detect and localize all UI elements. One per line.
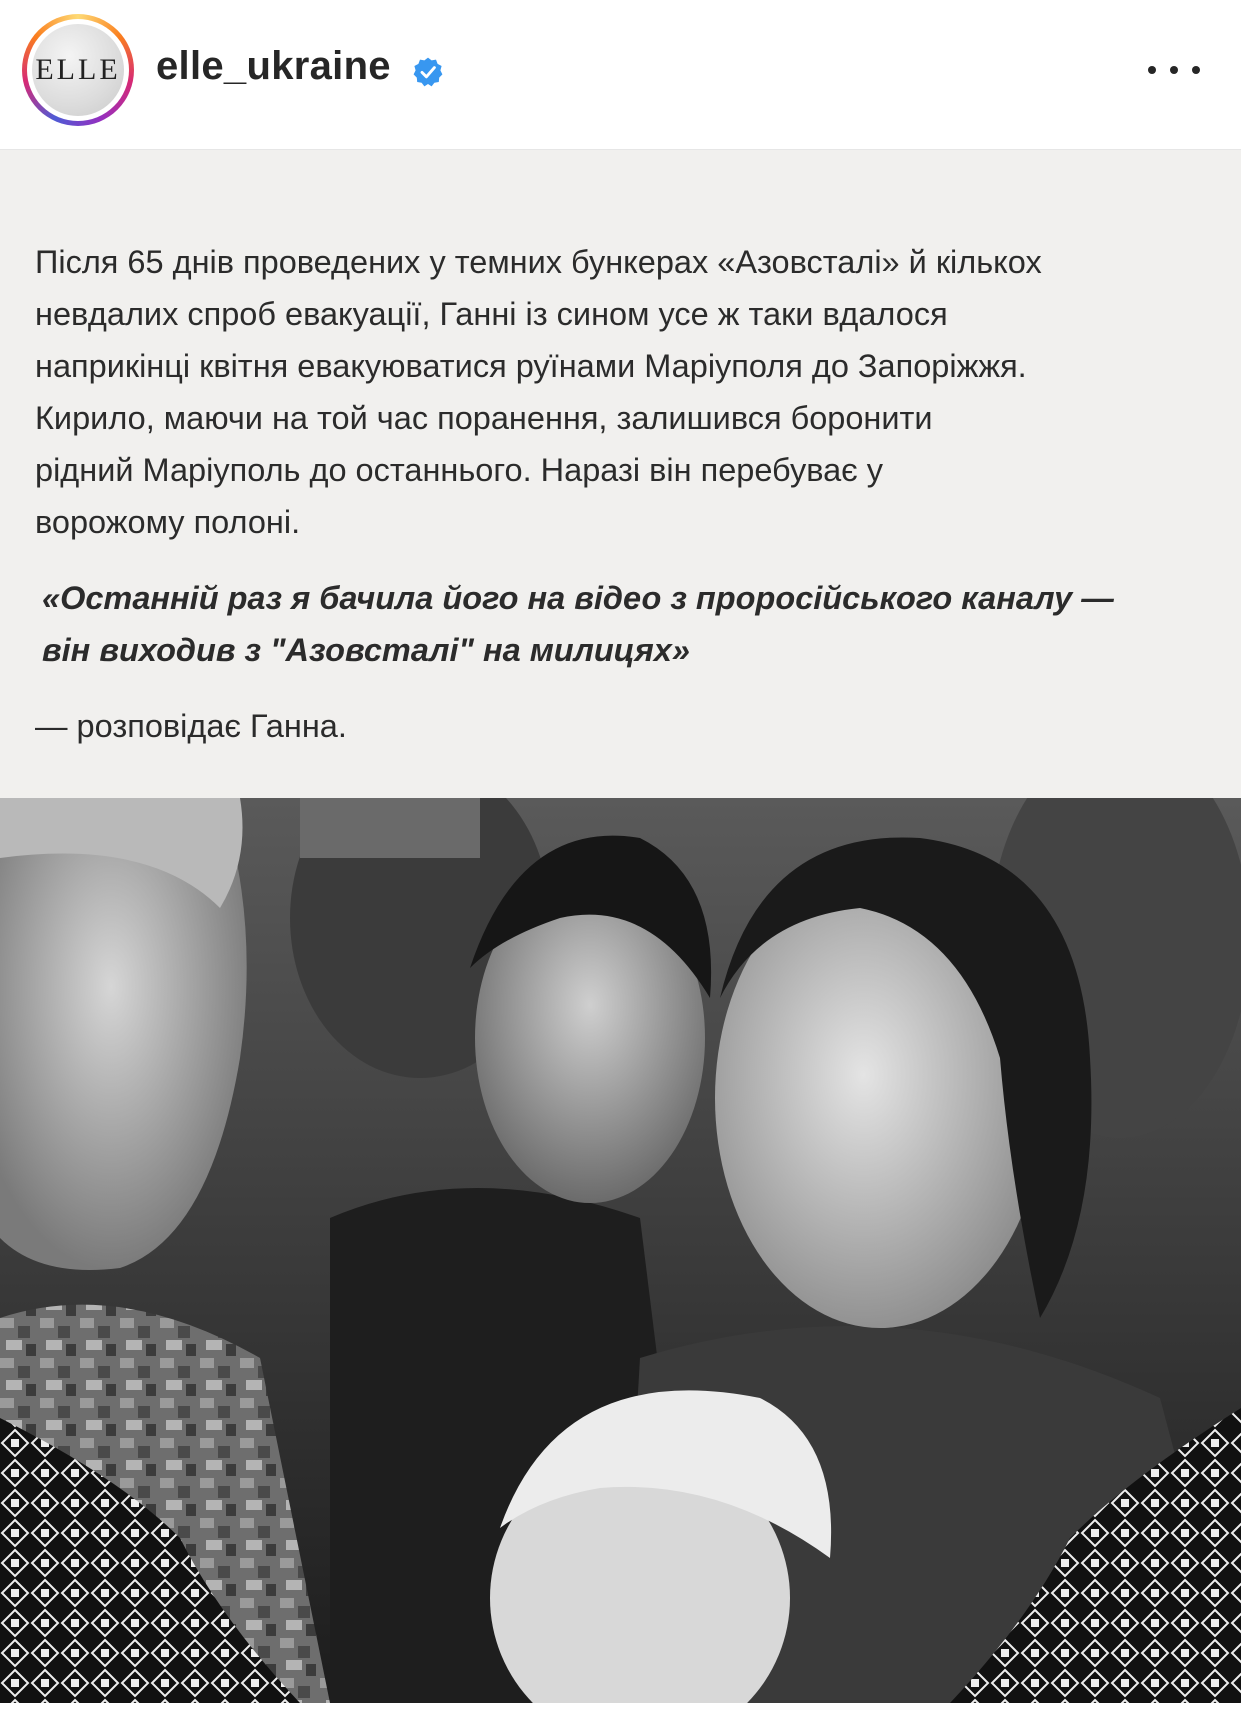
more-options-dot: [1170, 66, 1178, 74]
body-line: Кирило, маючи на той час поранення, зали…: [35, 400, 933, 436]
post-photo[interactable]: [0, 798, 1241, 1703]
body-line: рідний Маріуполь до останнього. Наразі в…: [35, 452, 884, 488]
username-link[interactable]: elle_ukraine: [156, 44, 391, 89]
verified-badge-icon: [413, 57, 443, 87]
story-ring[interactable]: ELLE: [22, 14, 134, 126]
more-options-button[interactable]: [1148, 55, 1200, 85]
post-body-text: Після 65 днів проведених у темних бункер…: [35, 236, 1205, 548]
more-options-dot: [1192, 66, 1200, 74]
body-line: Після 65 днів проведених у темних бункер…: [35, 244, 1042, 280]
post-attribution: — розповідає Ганна.: [35, 708, 347, 744]
post-text-card: Після 65 днів проведених у темних бункер…: [0, 150, 1241, 798]
more-options-icon: [1148, 66, 1156, 74]
avatar-logo: ELLE: [35, 53, 121, 86]
quote-line: «Останній раз я бачила його на відео з п…: [42, 580, 1114, 616]
quote-line: він виходив з "Азовсталі" на милицях»: [42, 632, 690, 668]
avatar[interactable]: ELLE: [32, 24, 124, 116]
body-line: наприкінці квітня евакуюватися руїнами М…: [35, 348, 1027, 384]
body-line: ворожому полоні.: [35, 504, 301, 540]
photo-illustration: [0, 798, 1241, 1703]
avatar-border: ELLE: [27, 19, 129, 121]
body-line: невдалих спроб евакуації, Ганні із сином…: [35, 296, 948, 332]
post-quote: «Останній раз я бачила його на відео з п…: [42, 572, 1212, 676]
post-header: ELLE elle_ukraine: [0, 0, 1241, 150]
